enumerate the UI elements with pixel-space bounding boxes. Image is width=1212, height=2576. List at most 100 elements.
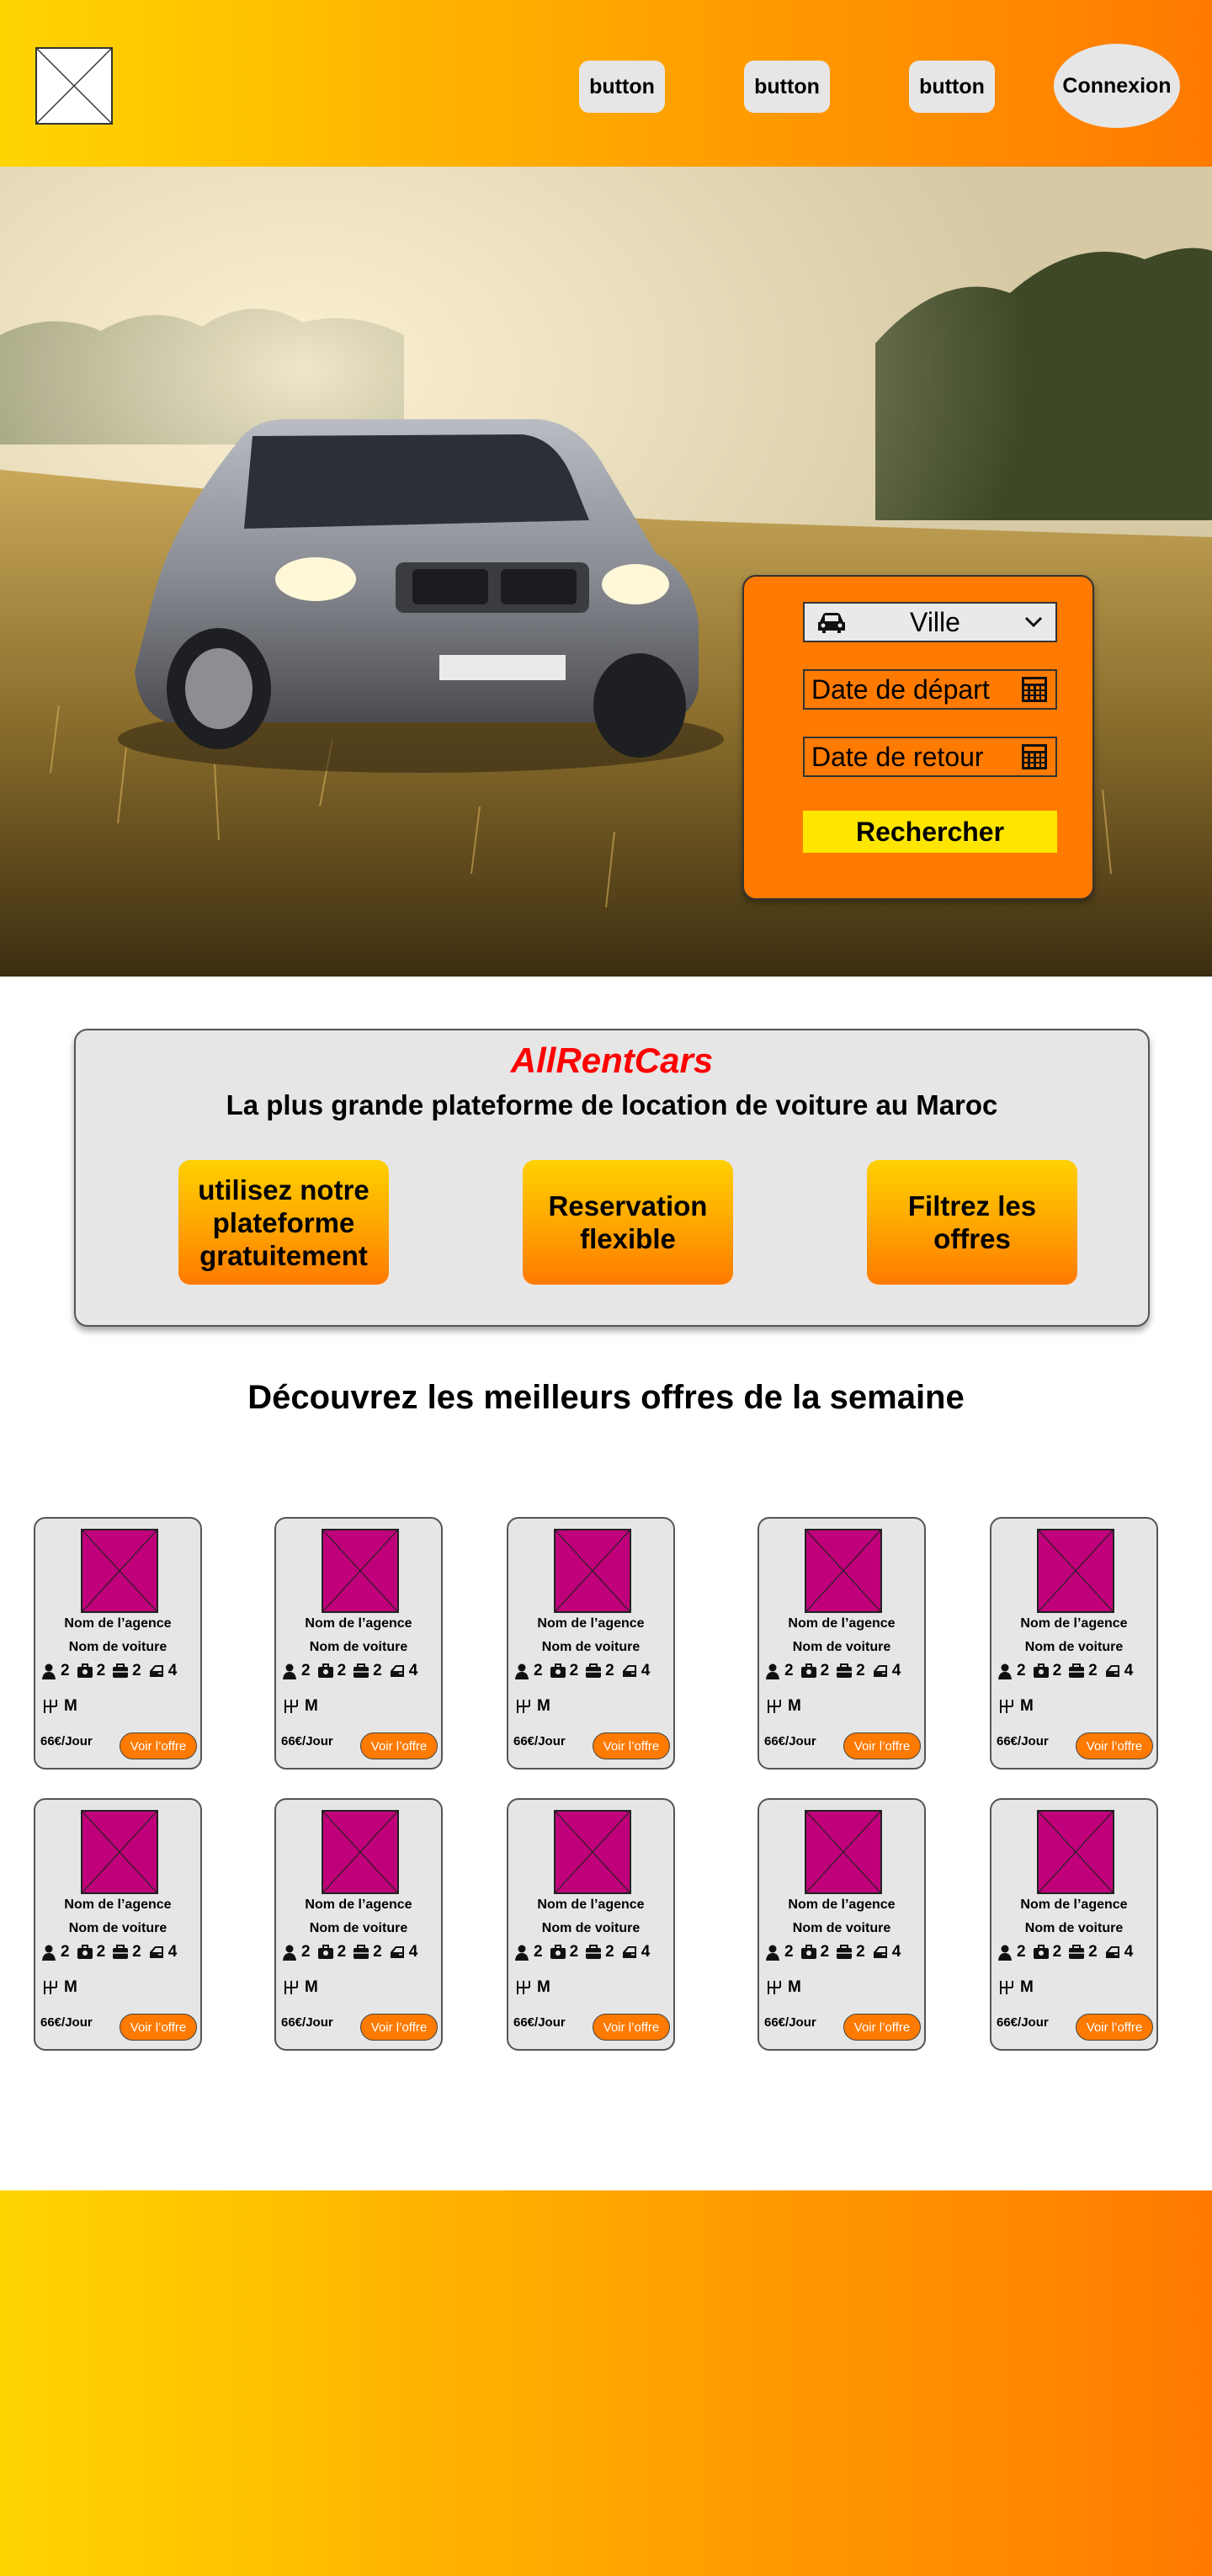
- person-icon: [42, 1663, 56, 1679]
- offer-card[interactable]: Nom de l’agence Nom de voiture 2 2 2 4 M 66€/Jo…: [758, 1517, 926, 1770]
- car-name: Nom de voiture: [792, 1640, 891, 1654]
- price-per-day: 66€/Jour: [40, 2015, 93, 2030]
- departure-date-label: Date de départ: [811, 673, 990, 705]
- car-icon: [818, 613, 845, 633]
- nav-button-1[interactable]: button: [579, 61, 665, 113]
- bags-value: 2: [820, 1662, 830, 1679]
- car-specs: 2 2 2 4: [40, 1943, 183, 1961]
- view-offer-button[interactable]: Voir l’offre: [360, 1732, 438, 1759]
- offer-card[interactable]: Nom de l’agence Nom de voiture 2 2 2 4 M 66€/Jo…: [758, 1798, 926, 2051]
- offer-card[interactable]: Nom de l’agence Nom de voiture 2 2 2 4 M 66€/Jo…: [34, 1798, 202, 2051]
- car-specs: 2 2 2 4: [513, 1943, 656, 1961]
- offer-card[interactable]: Nom de l’agence Nom de voiture 2 2 2 4 M 66€/Jo…: [507, 1517, 675, 1770]
- offer-card[interactable]: Nom de l’agence Nom de voiture 2 2 2 4 M 66€/Jo…: [990, 1517, 1158, 1770]
- offer-card[interactable]: Nom de l’agence Nom de voiture 2 2 2 4 M 66€/Jo…: [274, 1517, 443, 1770]
- car-door-icon: [149, 1946, 163, 1958]
- person-icon: [766, 1945, 779, 1961]
- seats-value: 2: [534, 1943, 543, 1961]
- view-offer-button[interactable]: Voir l’offre: [843, 1732, 921, 1759]
- car-image-placeholder-icon: [805, 1810, 882, 1894]
- feature-free-platform[interactable]: utilisez notre plateforme gratuitement: [178, 1160, 389, 1285]
- suitcase-icon: [837, 1945, 853, 1959]
- bag-icon: [317, 1945, 333, 1959]
- agency-name: Nom de l’agence: [64, 1897, 172, 1912]
- seats-value: 2: [61, 1943, 70, 1961]
- calendar-icon[interactable]: [1020, 742, 1049, 771]
- view-offer-button[interactable]: Voir l’offre: [360, 2014, 438, 2041]
- gearbox-value: M: [64, 1697, 77, 1715]
- gearbox-value: M: [1020, 1978, 1034, 1996]
- bags-value: 2: [96, 1662, 106, 1679]
- bags-value: 2: [820, 1943, 830, 1961]
- seats-value: 2: [784, 1662, 794, 1679]
- luggage-value: 2: [856, 1662, 865, 1679]
- return-date-field[interactable]: Date de retour: [803, 737, 1057, 777]
- agency-name: Nom de l’agence: [305, 1616, 412, 1631]
- departure-date-field[interactable]: Date de départ: [803, 669, 1057, 710]
- luggage-value: 2: [373, 1662, 382, 1679]
- agency-name: Nom de l’agence: [1020, 1616, 1128, 1631]
- suitcase-icon: [113, 1663, 129, 1678]
- price-per-day: 66€/Jour: [997, 2015, 1049, 2030]
- person-icon: [515, 1945, 529, 1961]
- car-image-placeholder-icon: [81, 1529, 158, 1613]
- view-offer-button[interactable]: Voir l’offre: [1076, 2014, 1153, 2041]
- agency-name: Nom de l’agence: [1020, 1897, 1128, 1912]
- bags-value: 2: [1052, 1943, 1062, 1961]
- bag-icon: [77, 1945, 93, 1959]
- bag-icon: [550, 1945, 566, 1959]
- person-icon: [515, 1663, 529, 1679]
- luggage-value: 2: [605, 1662, 614, 1679]
- feature-filter-offers[interactable]: Filtrez les offres: [867, 1160, 1077, 1285]
- gearbox-value: M: [537, 1697, 550, 1715]
- nav-button-3[interactable]: button: [909, 61, 995, 113]
- search-button[interactable]: Rechercher: [803, 811, 1057, 853]
- price-per-day: 66€/Jour: [281, 1734, 333, 1748]
- gearbox-spec: M: [42, 1978, 77, 1997]
- offer-card[interactable]: Nom de l’agence Nom de voiture 2 2 2 4 M 66€/Jo…: [274, 1798, 443, 2051]
- car-image-placeholder-icon: [322, 1810, 399, 1894]
- view-offer-button[interactable]: Voir l’offre: [120, 1732, 197, 1759]
- gearbox-value: M: [64, 1978, 77, 1996]
- view-offer-button[interactable]: Voir l’offre: [120, 2014, 197, 2041]
- view-offer-button[interactable]: Voir l’offre: [593, 2014, 670, 2041]
- car-image-placeholder-icon: [805, 1529, 882, 1613]
- view-offer-button[interactable]: Voir l’offre: [593, 1732, 670, 1759]
- price-per-day: 66€/Jour: [997, 1734, 1049, 1748]
- gearbox-spec: M: [998, 1697, 1034, 1716]
- doors-value: 4: [641, 1662, 651, 1679]
- feature-flexible-booking[interactable]: Reservation flexible: [523, 1160, 733, 1285]
- gearbox-icon: [284, 1700, 298, 1713]
- agency-name: Nom de l’agence: [305, 1897, 412, 1912]
- nav-button-2[interactable]: button: [744, 61, 830, 113]
- car-door-icon: [873, 1665, 887, 1677]
- gearbox-spec: M: [766, 1697, 801, 1716]
- car-specs: 2 2 2 4: [281, 1943, 424, 1961]
- calendar-icon[interactable]: [1020, 675, 1049, 704]
- car-name: Nom de voiture: [541, 1640, 641, 1654]
- offer-card[interactable]: Nom de l’agence Nom de voiture 2 2 2 4 M 66€/Jo…: [990, 1798, 1158, 2051]
- car-image-placeholder-icon: [554, 1810, 631, 1894]
- offer-card[interactable]: Nom de l’agence Nom de voiture 2 2 2 4 M 66€/Jo…: [34, 1517, 202, 1770]
- person-icon: [998, 1663, 1012, 1679]
- gearbox-spec: M: [283, 1697, 318, 1716]
- logo-placeholder-icon[interactable]: [35, 47, 113, 125]
- login-button[interactable]: Connexion: [1054, 44, 1180, 128]
- doors-value: 4: [167, 1943, 178, 1961]
- offer-card[interactable]: Nom de l’agence Nom de voiture 2 2 2 4 M 66€/Jo…: [507, 1798, 675, 2051]
- luggage-value: 2: [605, 1943, 614, 1961]
- agency-name: Nom de l’agence: [788, 1897, 896, 1912]
- seats-value: 2: [301, 1943, 311, 1961]
- view-offer-button[interactable]: Voir l’offre: [1076, 1732, 1153, 1759]
- suitcase-icon: [1069, 1945, 1085, 1959]
- tagline: La plus grande plateforme de location de…: [226, 1089, 998, 1120]
- bags-value: 2: [337, 1943, 347, 1961]
- car-image-placeholder-icon: [1037, 1529, 1114, 1613]
- car-door-icon: [873, 1946, 887, 1958]
- gearbox-value: M: [305, 1978, 318, 1996]
- view-offer-button[interactable]: Voir l’offre: [843, 2014, 921, 2041]
- luggage-value: 2: [1088, 1943, 1098, 1961]
- gearbox-spec: M: [42, 1697, 77, 1716]
- car-specs: 2 2 2 4: [40, 1662, 183, 1680]
- city-select[interactable]: Ville: [803, 602, 1057, 642]
